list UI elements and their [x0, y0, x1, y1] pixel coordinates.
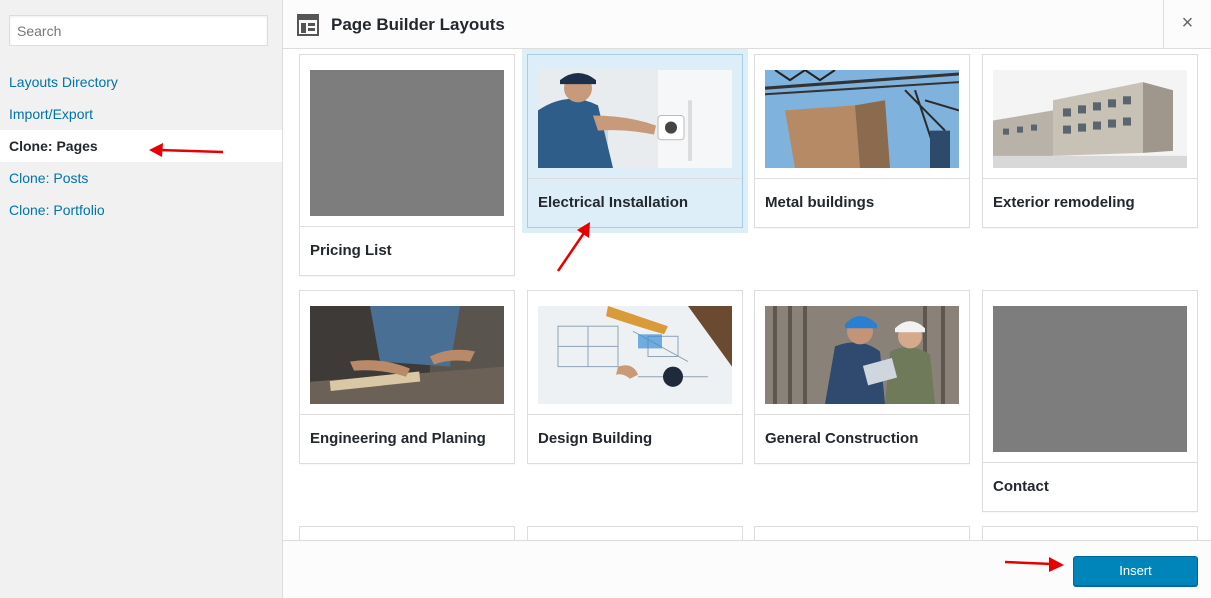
layouts-grid: Pricing List Electrical Installation Met… — [283, 49, 1211, 540]
modal-footer: Insert — [283, 540, 1211, 598]
annotation-arrow-icon — [556, 222, 590, 272]
layout-thumbnail-placeholder — [993, 306, 1187, 452]
layout-label: Engineering and Planing — [310, 430, 486, 447]
page-builder-modal: Layouts Directory Import/Export Clone: P… — [0, 0, 1211, 598]
sidebar-item-import-export[interactable]: Import/Export — [0, 98, 282, 130]
blueprints-photo — [538, 306, 732, 404]
layout-label: General Construction — [765, 430, 919, 447]
layout-label: Pricing List — [310, 242, 392, 259]
close-icon: × — [1181, 12, 1194, 34]
sidebar-item-clone-posts[interactable]: Clone: Posts — [0, 162, 282, 194]
sidebar-item-clone-portfolio[interactable]: Clone: Portfolio — [0, 194, 282, 226]
workers-tablet-photo — [765, 306, 959, 404]
layout-label: Contact — [993, 478, 1049, 495]
layout-card-metal-buildings[interactable]: Metal buildings — [754, 54, 970, 228]
sidebar: Layouts Directory Import/Export Clone: P… — [0, 0, 283, 598]
annotation-arrow-icon — [1004, 557, 1064, 572]
layout-card-general-construction[interactable]: General Construction — [754, 290, 970, 464]
electrician-photo — [538, 70, 732, 168]
layout-card-contact[interactable]: Contact — [982, 290, 1198, 512]
construction-tower-photo — [764, 68, 960, 168]
carpenter-photo — [310, 306, 504, 404]
layout-label: Design Building — [538, 430, 653, 447]
modal-title: Page Builder Layouts — [331, 15, 505, 34]
sidebar-item-clone-pages[interactable]: Clone: Pages — [0, 130, 282, 162]
sidebar-nav: Layouts Directory Import/Export Clone: P… — [0, 66, 282, 226]
annotation-arrow-icon — [149, 143, 224, 157]
layout-label: Exterior remodeling — [993, 194, 1135, 211]
building-rendering — [993, 70, 1187, 168]
insert-button[interactable]: Insert — [1073, 556, 1198, 586]
search-input[interactable] — [9, 15, 268, 46]
layout-card-partial[interactable] — [754, 526, 970, 540]
layout-icon — [297, 14, 319, 36]
modal-header: Page Builder Layouts × — [283, 0, 1211, 49]
layout-thumbnail-placeholder — [310, 70, 504, 216]
layout-label: Metal buildings — [765, 194, 875, 211]
layout-card-pricing-list[interactable]: Pricing List — [299, 54, 515, 276]
layout-card-exterior-remodeling[interactable]: Exterior remodeling — [982, 54, 1198, 228]
close-button[interactable]: × — [1163, 0, 1211, 49]
layout-card-engineering-and-planing[interactable]: Engineering and Planing — [299, 290, 515, 464]
layout-card-partial[interactable] — [982, 526, 1198, 540]
sidebar-item-layouts-directory[interactable]: Layouts Directory — [0, 66, 282, 98]
layout-card-partial[interactable] — [527, 526, 743, 540]
layout-card-partial[interactable] — [299, 526, 515, 540]
layout-card-design-building[interactable]: Design Building — [527, 290, 743, 464]
layout-card-electrical-installation[interactable]: Electrical Installation — [527, 54, 743, 228]
